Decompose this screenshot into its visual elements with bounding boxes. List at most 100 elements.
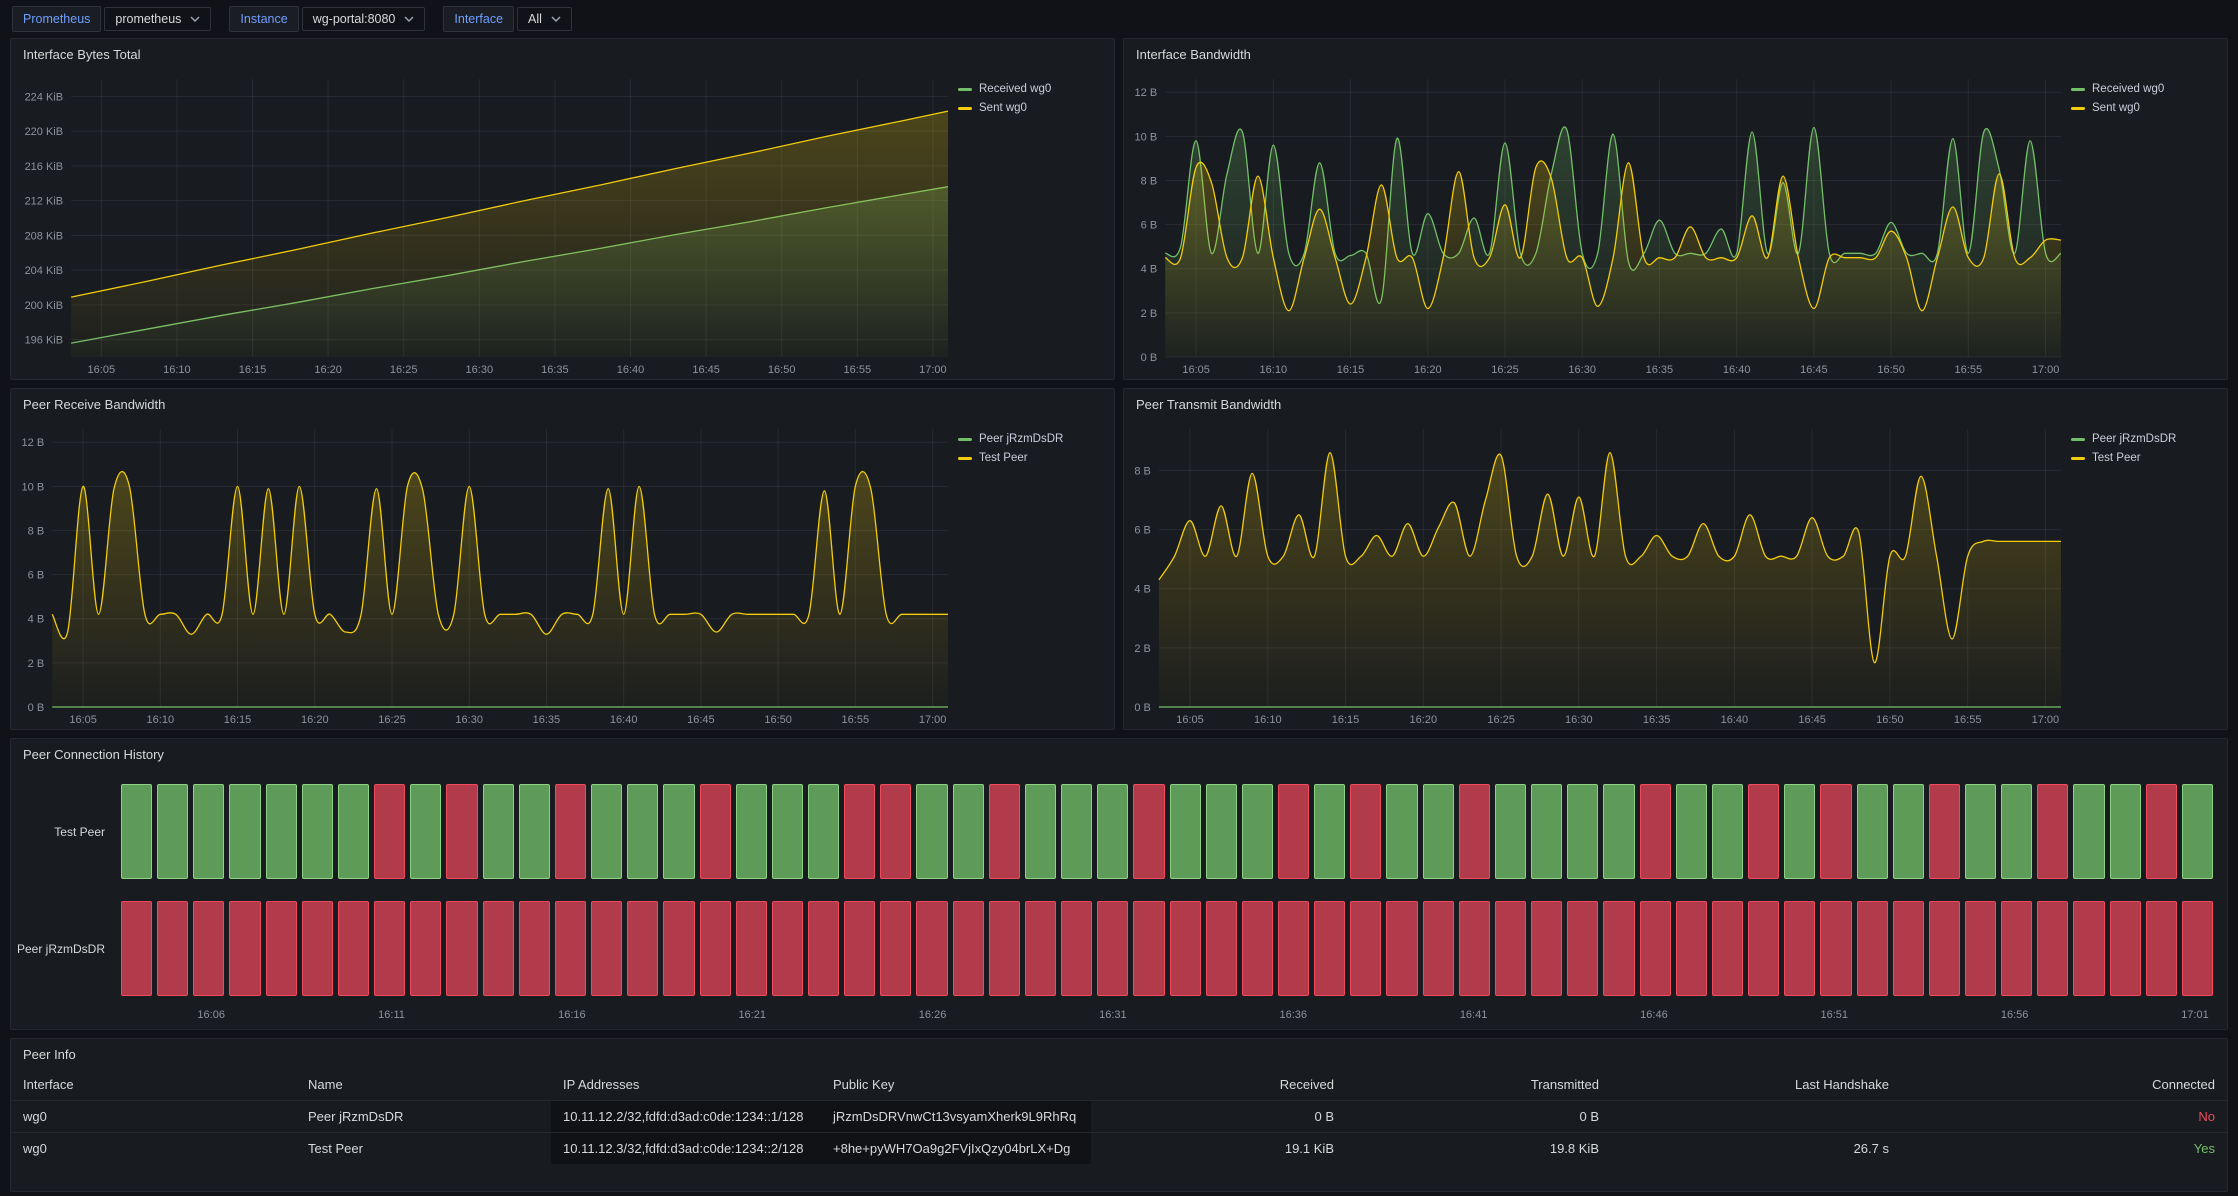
status-bar-disconnected[interactable] (483, 901, 514, 996)
status-bar-connected[interactable] (916, 784, 947, 879)
legend-item[interactable]: Test Peer (958, 452, 1108, 464)
status-bar-disconnected[interactable] (446, 901, 477, 996)
status-bar-connected[interactable] (627, 784, 658, 879)
status-bar-connected[interactable] (1423, 784, 1454, 879)
status-bar-connected[interactable] (483, 784, 514, 879)
status-bar-disconnected[interactable] (446, 784, 477, 879)
status-bar-disconnected[interactable] (1640, 784, 1671, 879)
column-header[interactable]: Connected (1901, 1069, 2227, 1100)
legend-item[interactable]: Peer jRzmDsDR (958, 433, 1108, 445)
status-bar-connected[interactable] (953, 784, 984, 879)
status-bar-connected[interactable] (736, 784, 767, 879)
status-bar-disconnected[interactable] (1893, 901, 1924, 996)
status-bar-connected[interactable] (1242, 784, 1273, 879)
status-bar-disconnected[interactable] (700, 901, 731, 996)
column-header[interactable]: Name (296, 1069, 551, 1100)
status-bar-connected[interactable] (1386, 784, 1417, 879)
variable-instance-select[interactable]: wg-portal:8080 (302, 7, 426, 32)
timeseries-plot[interactable]: 0 B2 B4 B6 B8 B16:0516:1016:1516:2016:25… (1124, 419, 2071, 729)
status-bar-disconnected[interactable] (1748, 784, 1779, 879)
status-bar-disconnected[interactable] (1965, 901, 1996, 996)
status-bar-disconnected[interactable] (1206, 901, 1237, 996)
status-bar-disconnected[interactable] (1097, 901, 1128, 996)
status-bar-connected[interactable] (266, 784, 297, 879)
status-bar-connected[interactable] (1712, 784, 1743, 879)
status-bar-disconnected[interactable] (2110, 901, 2141, 996)
status-bar-disconnected[interactable] (555, 901, 586, 996)
panel-title[interactable]: Peer Info (23, 1047, 76, 1062)
status-bar-disconnected[interactable] (1170, 901, 1201, 996)
status-bar-disconnected[interactable] (1278, 784, 1309, 879)
status-bar-connected[interactable] (193, 784, 224, 879)
status-bar-disconnected[interactable] (2182, 901, 2213, 996)
legend-item[interactable]: Peer jRzmDsDR (2071, 433, 2221, 445)
status-bar-disconnected[interactable] (591, 901, 622, 996)
status-bar-disconnected[interactable] (953, 901, 984, 996)
status-bar-disconnected[interactable] (880, 784, 911, 879)
status-bar-disconnected[interactable] (627, 901, 658, 996)
status-bar-disconnected[interactable] (700, 784, 731, 879)
status-bar-disconnected[interactable] (229, 901, 260, 996)
status-bar-disconnected[interactable] (1459, 901, 1490, 996)
status-bar-disconnected[interactable] (2146, 901, 2177, 996)
column-header[interactable]: Last Handshake (1611, 1069, 1901, 1100)
status-bar-disconnected[interactable] (1061, 901, 1092, 996)
status-bar-disconnected[interactable] (1495, 901, 1526, 996)
status-bar-connected[interactable] (663, 784, 694, 879)
status-bar-connected[interactable] (1603, 784, 1634, 879)
timeseries-plot[interactable]: 196 KiB200 KiB204 KiB208 KiB212 KiB216 K… (11, 69, 958, 379)
status-bar-disconnected[interactable] (2001, 901, 2032, 996)
status-bar-disconnected[interactable] (193, 901, 224, 996)
status-bar-connected[interactable] (1314, 784, 1345, 879)
status-bar-connected[interactable] (2001, 784, 2032, 879)
status-bar-disconnected[interactable] (1350, 784, 1381, 879)
status-bar-disconnected[interactable] (1567, 901, 1598, 996)
status-bar-disconnected[interactable] (121, 901, 152, 996)
status-bar-connected[interactable] (519, 784, 550, 879)
status-bar-disconnected[interactable] (736, 901, 767, 996)
status-bar-disconnected[interactable] (1640, 901, 1671, 996)
status-bar-disconnected[interactable] (989, 901, 1020, 996)
status-bar-connected[interactable] (772, 784, 803, 879)
status-bar-connected[interactable] (1206, 784, 1237, 879)
status-bar-disconnected[interactable] (302, 901, 333, 996)
status-bar-connected[interactable] (338, 784, 369, 879)
status-bar-disconnected[interactable] (1386, 901, 1417, 996)
status-bar-connected[interactable] (1025, 784, 1056, 879)
status-bar-disconnected[interactable] (1748, 901, 1779, 996)
panel-title[interactable]: Interface Bandwidth (1136, 47, 1251, 62)
status-bar-disconnected[interactable] (2037, 901, 2068, 996)
status-bar-disconnected[interactable] (1676, 901, 1707, 996)
status-bar-connected[interactable] (591, 784, 622, 879)
status-bar-connected[interactable] (302, 784, 333, 879)
status-bar-disconnected[interactable] (1820, 901, 1851, 996)
status-bar-connected[interactable] (1676, 784, 1707, 879)
status-bar-connected[interactable] (2182, 784, 2213, 879)
status-bar-connected[interactable] (1893, 784, 1924, 879)
column-header[interactable]: Transmitted (1346, 1069, 1611, 1100)
status-bar-connected[interactable] (2073, 784, 2104, 879)
status-bar-connected[interactable] (121, 784, 152, 879)
status-bar-disconnected[interactable] (1603, 901, 1634, 996)
variable-interface-select[interactable]: All (517, 7, 572, 32)
status-bar-disconnected[interactable] (844, 901, 875, 996)
status-bar-connected[interactable] (1531, 784, 1562, 879)
column-header[interactable]: Public Key (821, 1069, 1091, 1100)
status-bar-connected[interactable] (1784, 784, 1815, 879)
panel-title[interactable]: Peer Connection History (23, 747, 164, 762)
status-bar-disconnected[interactable] (808, 901, 839, 996)
status-bar-connected[interactable] (1495, 784, 1526, 879)
status-bar-connected[interactable] (157, 784, 188, 879)
status-bar-disconnected[interactable] (374, 901, 405, 996)
column-header[interactable]: IP Addresses (551, 1069, 821, 1100)
variable-prometheus-select[interactable]: prometheus (104, 7, 211, 32)
status-bar-disconnected[interactable] (374, 784, 405, 879)
status-bar-disconnected[interactable] (844, 784, 875, 879)
status-bar-connected[interactable] (1170, 784, 1201, 879)
status-bar-disconnected[interactable] (1350, 901, 1381, 996)
status-bar-disconnected[interactable] (410, 901, 441, 996)
status-bar-disconnected[interactable] (1929, 901, 1960, 996)
status-bar-disconnected[interactable] (157, 901, 188, 996)
status-bar-disconnected[interactable] (1025, 901, 1056, 996)
legend-item[interactable]: Sent wg0 (2071, 102, 2221, 114)
